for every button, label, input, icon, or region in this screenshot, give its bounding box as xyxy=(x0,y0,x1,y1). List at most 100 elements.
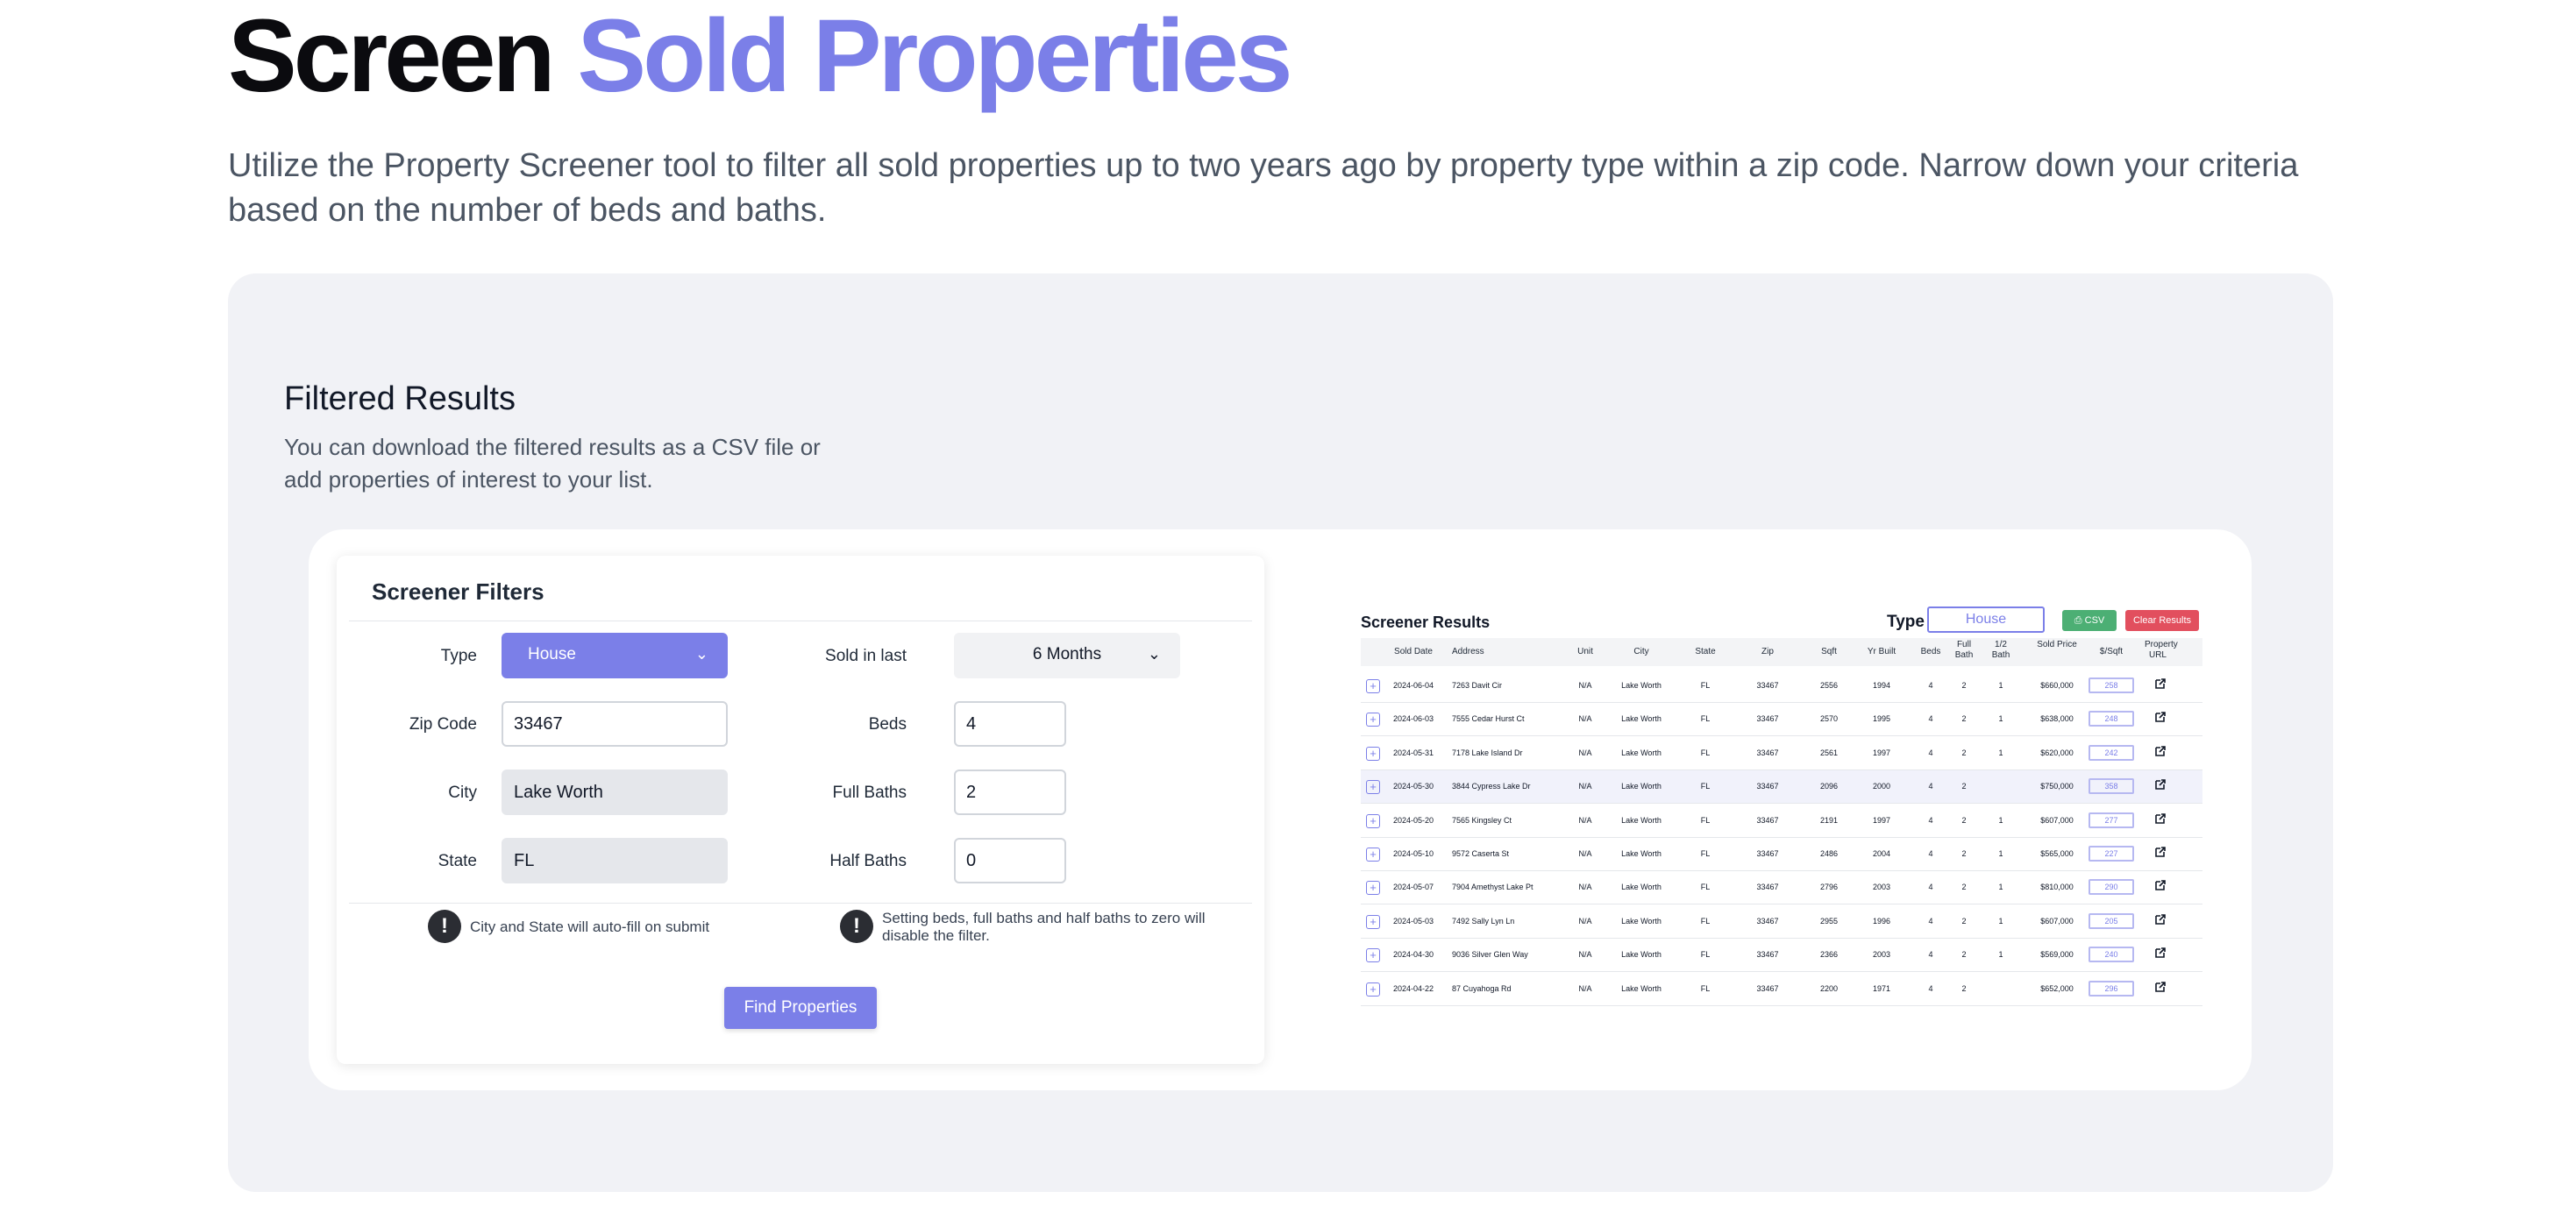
external-link-icon[interactable] xyxy=(2153,812,2167,826)
cell-address: 87 Cuyahoga Rd xyxy=(1452,983,1512,993)
full-baths-input[interactable]: 2 xyxy=(954,770,1066,815)
type-select[interactable]: House ⌄ xyxy=(502,633,728,678)
add-to-list-button[interactable]: + xyxy=(1366,679,1380,693)
cell-half: 1 xyxy=(1998,916,2003,926)
clear-results-button[interactable]: Clear Results xyxy=(2125,610,2199,631)
cell-yr: 1997 xyxy=(1872,748,1891,757)
results-table-header: Sold Date Address Unit City State Zip Sqft Yr B… xyxy=(1361,638,2202,666)
cell-full: 2 xyxy=(1961,883,1967,892)
find-properties-button[interactable]: Find Properties xyxy=(724,987,877,1029)
cell-sqft: 2096 xyxy=(1819,782,1839,791)
external-link-icon[interactable] xyxy=(2153,744,2167,758)
add-to-list-button[interactable]: + xyxy=(1366,914,1380,929)
add-to-list-button[interactable]: + xyxy=(1366,881,1380,896)
sold-in-last-select[interactable]: 6 Months ⌄ xyxy=(954,633,1180,678)
cell-state: FL xyxy=(1700,950,1711,960)
column-header: Beds xyxy=(1920,647,1941,656)
external-link-icon[interactable] xyxy=(2153,946,2167,960)
cell-beds: 4 xyxy=(1928,883,1933,892)
cell-zip: 33467 xyxy=(1756,983,1779,993)
cell-zip: 33467 xyxy=(1756,883,1779,892)
cell-beds: 4 xyxy=(1928,681,1933,690)
add-to-list-button[interactable]: + xyxy=(1366,848,1380,862)
cell-yr: 2004 xyxy=(1872,849,1891,858)
cell-date: 2024-05-30 xyxy=(1392,782,1434,791)
cell-zip: 33467 xyxy=(1756,916,1779,926)
screenshot-card: Screener Filters Type House ⌄ Zip Code 3… xyxy=(309,529,2252,1090)
external-link-icon[interactable] xyxy=(2153,912,2167,926)
state-field: FL xyxy=(502,838,728,883)
cell-half: 1 xyxy=(1998,950,2003,960)
table-row: +2024-04-30 9036 Silver Glen Way N/A Lake W… xyxy=(1361,939,2202,973)
city-field: Lake Worth xyxy=(502,770,728,815)
cell-zip: 33467 xyxy=(1756,849,1779,858)
external-link-icon[interactable] xyxy=(2153,845,2167,859)
add-to-list-button[interactable]: + xyxy=(1366,813,1380,828)
sold-in-last-value: 6 Months xyxy=(1032,645,1102,663)
column-header: Unit xyxy=(1577,647,1593,656)
cell-city: Lake Worth xyxy=(1621,748,1662,757)
cell-beds: 4 xyxy=(1928,782,1933,791)
autofill-note: City and State will auto-fill on submit xyxy=(470,919,710,935)
add-to-list-button[interactable]: + xyxy=(1366,780,1380,795)
csv-button-label: CSV xyxy=(2084,615,2105,626)
beds-input[interactable]: 4 xyxy=(954,701,1066,747)
cell-full: 2 xyxy=(1961,983,1967,993)
table-row: +2024-04-22 87 Cuyahoga Rd N/A Lake Worth FL… xyxy=(1361,973,2202,1006)
table-row: +2024-05-31 7178 Lake Island Dr N/A Lake Wo… xyxy=(1361,737,2202,770)
cell-yr: 1994 xyxy=(1872,681,1891,690)
table-row: +2024-05-20 7565 Kingsley Ct N/A Lake Worth… xyxy=(1361,805,2202,838)
chevron-down-icon: ⌄ xyxy=(694,645,708,663)
external-link-icon[interactable] xyxy=(2153,777,2167,791)
filtered-results-panel: Filtered Results You can download the fi… xyxy=(228,273,2333,1192)
column-header: Sqft xyxy=(1821,647,1837,656)
results-type-select[interactable]: House xyxy=(1927,606,2045,633)
cell-address: 7263 Davit Cir xyxy=(1452,681,1503,690)
cell-address: 7565 Kingsley Ct xyxy=(1452,815,1512,825)
add-to-list-button[interactable]: + xyxy=(1366,746,1380,761)
add-to-list-button[interactable]: + xyxy=(1366,948,1380,963)
cell-beds: 4 xyxy=(1928,714,1933,724)
cell-sqft: 2955 xyxy=(1819,916,1839,926)
cell-state: FL xyxy=(1700,815,1711,825)
cell-beds: 4 xyxy=(1928,815,1933,825)
cell-city: Lake Worth xyxy=(1621,815,1662,825)
price-per-sqft-badge: 227 xyxy=(2089,846,2134,862)
external-link-icon[interactable] xyxy=(2153,980,2167,994)
cell-unit: N/A xyxy=(1578,815,1592,825)
external-link-icon[interactable] xyxy=(2153,677,2167,691)
cell-beds: 4 xyxy=(1928,916,1933,926)
add-to-list-button[interactable]: + xyxy=(1366,713,1380,727)
cell-unit: N/A xyxy=(1578,983,1592,993)
cell-yr: 1995 xyxy=(1872,714,1891,724)
cell-full: 2 xyxy=(1961,950,1967,960)
download-csv-button[interactable]: ⎙ CSV xyxy=(2062,610,2117,631)
state-label: State xyxy=(438,852,477,870)
cell-date: 2024-05-03 xyxy=(1392,916,1434,926)
results-title: Screener Results xyxy=(1361,614,1491,631)
type-select-value: House xyxy=(528,645,576,663)
cell-yr: 1971 xyxy=(1872,983,1891,993)
external-link-icon[interactable] xyxy=(2153,710,2167,724)
column-header: 1/2 Bath xyxy=(1991,640,2010,660)
cell-zip: 33467 xyxy=(1756,681,1779,690)
half-baths-input[interactable]: 0 xyxy=(954,838,1066,883)
zero-filter-note: Setting beds, full baths and half baths … xyxy=(882,910,1206,944)
cell-address: 9572 Caserta St xyxy=(1452,849,1510,858)
zip-input[interactable]: 33467 xyxy=(502,701,728,747)
cell-address: 3844 Cypress Lake Dr xyxy=(1452,782,1531,791)
exclamation-icon: ! xyxy=(840,910,873,943)
cell-yr: 1996 xyxy=(1872,916,1891,926)
cell-half: 1 xyxy=(1998,815,2003,825)
column-header: City xyxy=(1633,647,1649,656)
panel-title: Filtered Results xyxy=(284,380,516,417)
cell-full: 2 xyxy=(1961,815,1967,825)
external-link-icon[interactable] xyxy=(2153,878,2167,892)
cell-address: 9036 Silver Glen Way xyxy=(1452,950,1528,960)
cell-city: Lake Worth xyxy=(1621,916,1662,926)
cell-sqft: 2486 xyxy=(1819,849,1839,858)
add-to-list-button[interactable]: + xyxy=(1366,982,1380,997)
results-type-label: Type xyxy=(1887,613,1925,631)
type-label: Type xyxy=(440,647,477,665)
cell-price: $607,000 xyxy=(2040,916,2074,926)
